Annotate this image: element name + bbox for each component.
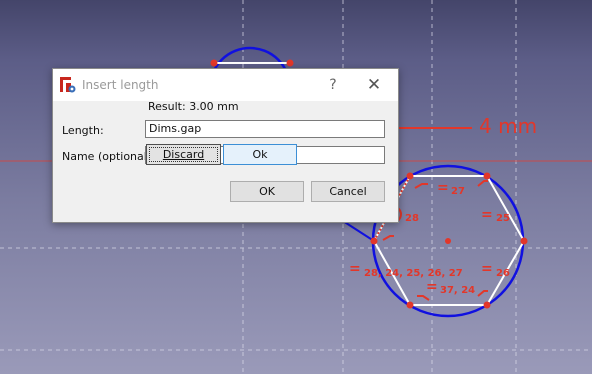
popup-ok-button[interactable]: Ok [223,144,297,165]
constraint-label: 27 [451,186,465,197]
constraint-label: 28 [405,213,419,224]
equal-constraint-icon: = [481,207,493,223]
angle-marker [417,295,430,301]
connecting-line[interactable] [342,220,375,242]
vertex-point[interactable] [210,59,218,67]
vertex-point[interactable] [483,172,491,180]
dimension-value-label[interactable]: 4 mm [479,114,537,138]
constraint-label: 37, 24 [440,285,475,296]
ok-button[interactable]: OK [230,181,304,202]
length-label: Length: [62,124,104,137]
constraint-label: 26 [496,268,510,279]
angle-marker [382,235,394,241]
name-label: Name (optional) [62,150,152,163]
vertex-point[interactable] [370,237,378,245]
help-button[interactable]: ? [319,71,347,99]
center-point[interactable] [445,238,451,244]
result-text: Result: 3.00 mm [148,100,239,113]
close-button[interactable]: ✕ [359,71,389,99]
dialog-title: Insert length [82,78,159,92]
equal-constraint-icon: = [481,261,493,277]
angle-marker [477,290,488,297]
vertex-point[interactable] [483,301,491,309]
equal-constraint-icon: = [426,279,438,295]
insert-length-dialog: Insert length ? ✕ Result: 3.00 mm Length… [52,68,399,223]
discard-button[interactable]: Discard [146,144,221,165]
length-input[interactable]: Dims.gap [145,120,385,138]
constraint-label: 28, 24, 25, 26, 27 [364,268,463,279]
angle-marker [477,180,488,187]
equal-constraint-icon: = [349,261,361,277]
freecad-app-icon [60,77,76,93]
vertex-point[interactable] [406,172,414,180]
discard-button-label: Discard [162,148,205,161]
angle-marker [414,183,428,189]
cancel-button[interactable]: Cancel [311,181,385,202]
constraint-label: 25 [496,213,510,224]
vertex-point[interactable] [520,237,528,245]
vertex-point[interactable] [406,301,414,309]
dialog-titlebar[interactable]: Insert length ? ✕ [53,69,398,101]
equal-constraint-icon: = [437,180,449,196]
vertex-point[interactable] [286,59,294,67]
